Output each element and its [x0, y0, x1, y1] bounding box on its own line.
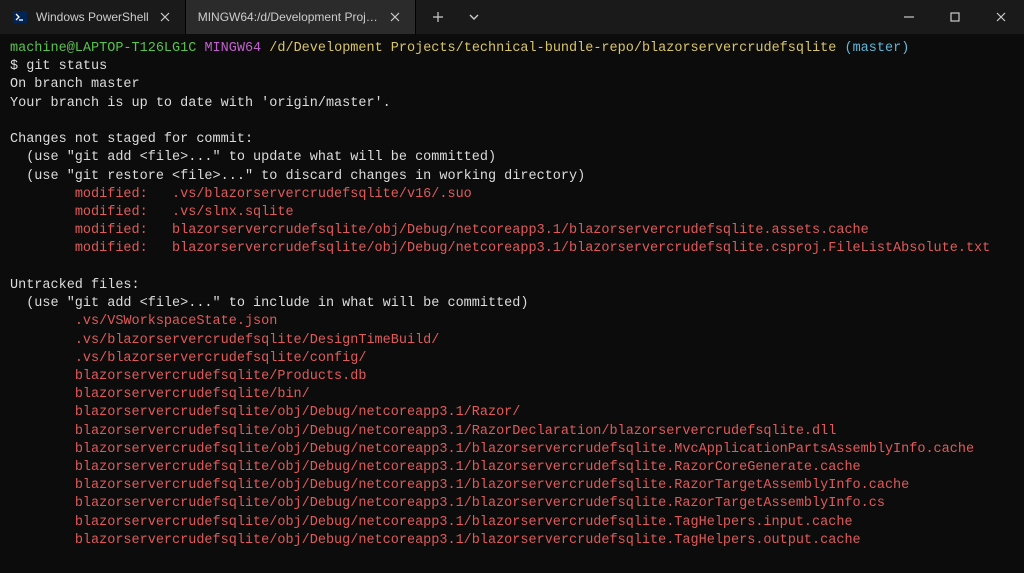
tab-dropdown-button[interactable] — [460, 3, 488, 31]
close-icon[interactable] — [157, 9, 173, 25]
output-untracked-line: .vs/VSWorkspaceState.json — [10, 314, 277, 329]
output-untracked-line: blazorservercrudefsqlite/Products.db — [10, 369, 366, 384]
prompt-char: $ — [10, 59, 18, 74]
output-up-to-date: Your branch is up to date with 'origin/m… — [10, 96, 391, 111]
titlebar: Windows PowerShell MINGW64:/d/Developmen… — [0, 0, 1024, 34]
output-modified-line: modified: .vs/slnx.sqlite — [10, 205, 294, 220]
output-untracked-line: blazorservercrudefsqlite/obj/Debug/netco… — [10, 442, 974, 457]
maximize-button[interactable] — [932, 0, 978, 34]
close-button[interactable] — [978, 0, 1024, 34]
tab-powershell[interactable]: Windows PowerShell — [0, 0, 186, 34]
powershell-icon — [12, 9, 28, 25]
output-untracked-line: blazorservercrudefsqlite/obj/Debug/netco… — [10, 496, 885, 511]
window-controls — [886, 0, 1024, 34]
tab-mingw[interactable]: MINGW64:/d/Development Projects/ — [186, 0, 416, 34]
output-hint-include: (use "git add <file>..." to include in w… — [10, 296, 529, 311]
output-untracked-header: Untracked files: — [10, 278, 140, 293]
prompt-env: MINGW64 — [204, 41, 261, 56]
output-untracked-line: blazorservercrudefsqlite/obj/Debug/netco… — [10, 478, 909, 493]
tab-label: MINGW64:/d/Development Projects/ — [198, 10, 379, 24]
output-untracked-line: blazorservercrudefsqlite/obj/Debug/netco… — [10, 533, 861, 548]
output-untracked-line: .vs/blazorservercrudefsqlite/config/ — [10, 351, 366, 366]
output-untracked-line: blazorservercrudefsqlite/obj/Debug/netco… — [10, 515, 853, 530]
output-not-staged-header: Changes not staged for commit: — [10, 132, 253, 147]
new-tab-button[interactable] — [424, 3, 452, 31]
output-modified-line: modified: blazorservercrudefsqlite/obj/D… — [10, 241, 990, 256]
output-modified-line: modified: .vs/blazorservercrudefsqlite/v… — [10, 187, 472, 202]
close-icon[interactable] — [387, 9, 403, 25]
titlebar-drag-area[interactable] — [496, 0, 886, 34]
minimize-button[interactable] — [886, 0, 932, 34]
output-untracked-line: blazorservercrudefsqlite/bin/ — [10, 387, 310, 402]
output-untracked-line: blazorservercrudefsqlite/obj/Debug/netco… — [10, 405, 520, 420]
output-on-branch: On branch master — [10, 77, 140, 92]
tab-label: Windows PowerShell — [36, 10, 149, 24]
output-untracked-line: blazorservercrudefsqlite/obj/Debug/netco… — [10, 460, 861, 475]
prompt-branch: (master) — [844, 41, 909, 56]
output-modified-line: modified: blazorservercrudefsqlite/obj/D… — [10, 223, 869, 238]
terminal-output[interactable]: machine@LAPTOP-T126LG1C MINGW64 /d/Devel… — [0, 34, 1024, 556]
command-text: git status — [26, 59, 107, 74]
prompt-path: /d/Development Projects/technical-bundle… — [269, 41, 836, 56]
tab-controls — [416, 0, 496, 34]
output-hint-restore: (use "git restore <file>..." to discard … — [10, 169, 585, 184]
output-hint-add: (use "git add <file>..." to update what … — [10, 150, 496, 165]
output-untracked-line: blazorservercrudefsqlite/obj/Debug/netco… — [10, 424, 836, 439]
output-untracked-line: .vs/blazorservercrudefsqlite/DesignTimeB… — [10, 333, 439, 348]
prompt-userhost: machine@LAPTOP-T126LG1C — [10, 41, 196, 56]
